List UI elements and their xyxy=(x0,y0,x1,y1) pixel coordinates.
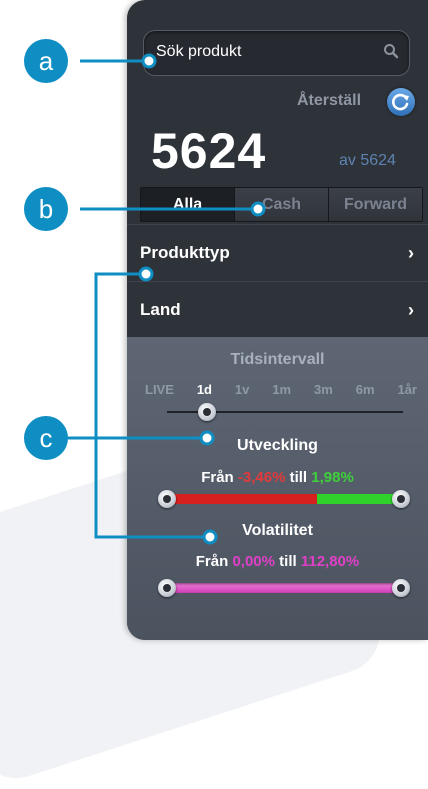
callout-badge-b: b xyxy=(24,187,68,231)
callout-lines xyxy=(68,53,266,545)
callout-badge-c: c xyxy=(24,416,68,460)
callout-badge-a: a xyxy=(24,39,68,83)
